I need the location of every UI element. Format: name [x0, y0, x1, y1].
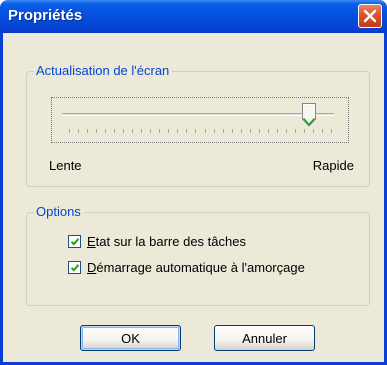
cancel-button[interactable]: Annuler [214, 325, 315, 351]
refresh-rate-slider[interactable] [51, 97, 349, 143]
ok-button[interactable]: OK [80, 325, 181, 351]
title-bar[interactable]: Propriétés [0, 0, 387, 33]
autostart-checkbox[interactable] [68, 261, 81, 274]
taskbar-status-checkbox[interactable] [68, 235, 81, 248]
slider-max-label: Rapide [312, 158, 354, 173]
options-group: Options [26, 204, 370, 306]
screen-refresh-group-label: Actualisation de l'écran [34, 63, 172, 78]
checkmark-icon [70, 238, 80, 246]
checkmark-icon [70, 264, 80, 272]
slider-thumb[interactable] [302, 103, 316, 127]
slider-min-label: Lente [49, 158, 82, 173]
close-button[interactable] [358, 4, 382, 28]
window-title: Propriétés [8, 7, 83, 24]
autostart-label: Démarrage automatique à l'amorçage [87, 260, 305, 275]
taskbar-status-label: Etat sur la barre des tâches [87, 234, 246, 249]
options-group-label: Options [34, 204, 83, 219]
close-icon [363, 9, 377, 23]
